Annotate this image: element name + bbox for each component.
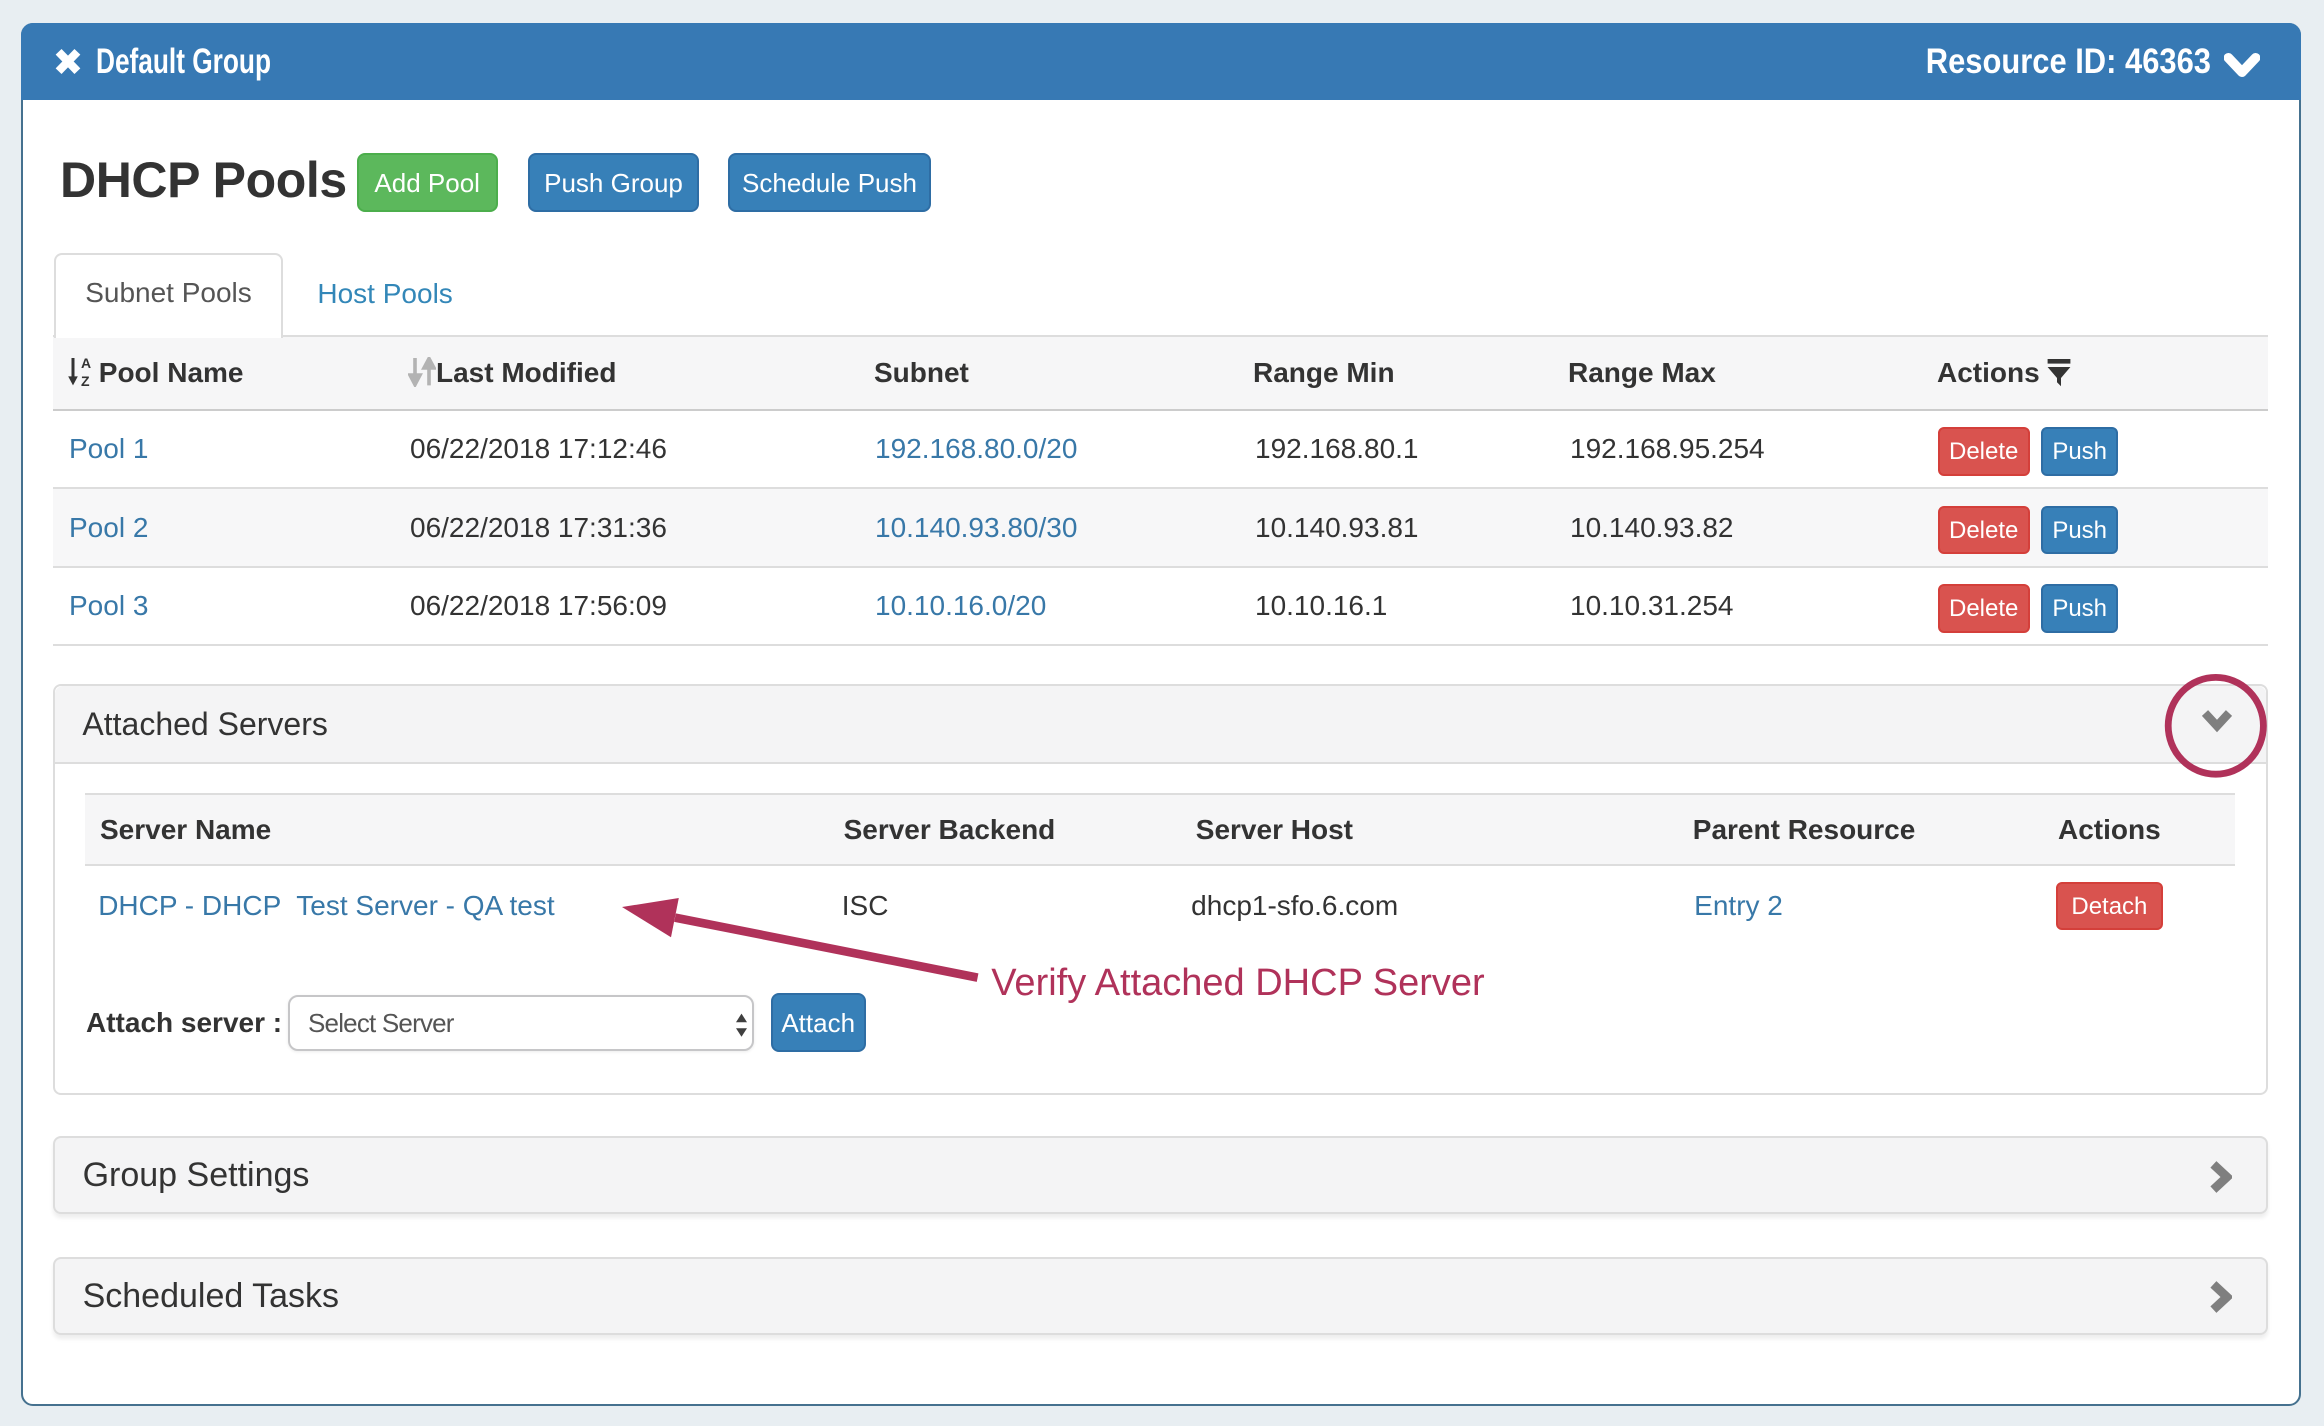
svg-text:Z: Z: [81, 373, 90, 387]
svg-text:A: A: [81, 357, 91, 371]
